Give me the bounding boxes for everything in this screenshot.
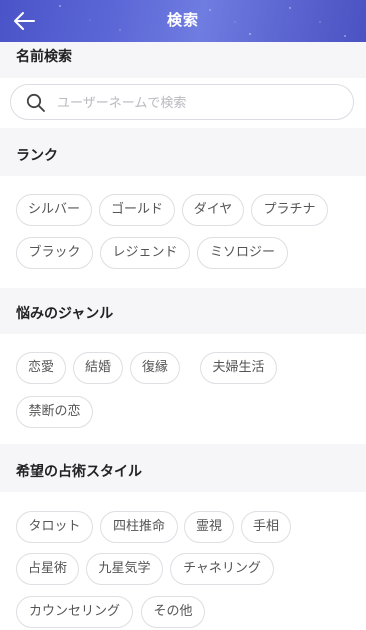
- rank-heading: ランク: [16, 148, 58, 164]
- chip-style-palmistry[interactable]: 手相: [241, 511, 291, 543]
- page-title: 検索: [166, 11, 199, 29]
- chip-rank-mythology[interactable]: ミソロジー: [197, 237, 288, 269]
- chip-rank-gold[interactable]: ゴールド: [99, 194, 175, 226]
- chip-rank-platinum[interactable]: プラチナ: [251, 194, 328, 226]
- genre-section-header: 悩みのジャンル: [0, 288, 366, 334]
- rank-panel: [0, 176, 366, 288]
- chip-genre-marriage[interactable]: 結婚: [73, 352, 123, 384]
- style-section-header: 希望の占術スタイル: [0, 444, 366, 492]
- genre-heading: 悩みのジャンル: [16, 306, 114, 322]
- app-header: 検索: [0, 0, 366, 42]
- chip-rank-legend[interactable]: レジェンド: [100, 237, 190, 269]
- chip-style-counseling[interactable]: カウンセリング: [16, 596, 133, 628]
- chip-style-tarot[interactable]: タロット: [16, 511, 93, 543]
- style-heading: 希望の占術スタイル: [16, 464, 142, 480]
- chip-genre-love[interactable]: 恋愛: [16, 352, 66, 384]
- rank-section-header: ランク: [0, 128, 366, 176]
- chip-style-channeling[interactable]: チャネリング: [170, 553, 274, 585]
- chip-style-astrology[interactable]: 占星術: [16, 553, 79, 585]
- chip-rank-silver[interactable]: シルバー: [16, 194, 92, 226]
- search-field[interactable]: [10, 84, 354, 120]
- chip-style-four-pillars[interactable]: 四柱推命: [100, 511, 178, 543]
- chip-genre-reunion[interactable]: 復縁: [130, 352, 180, 384]
- name-search-heading: 名前検索: [16, 49, 72, 65]
- chip-genre-married-life[interactable]: 夫婦生活: [200, 352, 277, 384]
- chip-genre-forbidden-love[interactable]: 禁断の恋: [16, 396, 93, 428]
- chip-rank-diamond[interactable]: ダイヤ: [182, 194, 244, 226]
- search-input[interactable]: [55, 89, 339, 117]
- name-search-section-header: 名前検索: [0, 42, 366, 78]
- chip-rank-black[interactable]: ブラック: [16, 237, 93, 269]
- chip-style-clairvoyance[interactable]: 霊視: [184, 511, 234, 543]
- chip-style-nine-star-ki[interactable]: 九星気学: [86, 553, 163, 585]
- search-icon: [26, 93, 45, 112]
- chip-style-other[interactable]: その他: [141, 596, 205, 628]
